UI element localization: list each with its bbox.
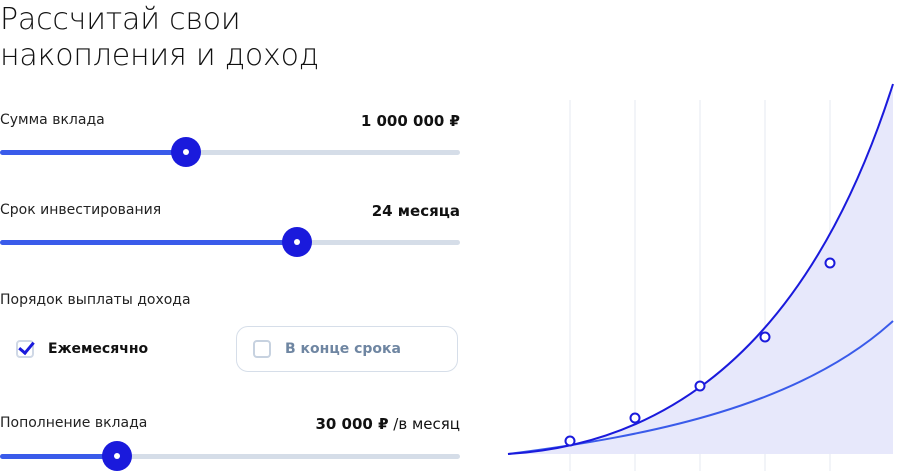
investment-term-label: Срок инвестирования — [0, 202, 162, 218]
investment-term-value: 24 месяца — [371, 202, 460, 220]
payout-option-end-of-term-label: В конце срока — [285, 341, 401, 357]
page-title: Рассчитай свои накопления и доход — [0, 2, 460, 74]
empty-checkbox-icon[interactable] — [253, 340, 271, 358]
chart-point — [564, 435, 576, 447]
top-up-suffix: /в месяц — [388, 415, 460, 433]
top-up-slider-fill — [0, 454, 118, 459]
payout-option-end-of-term[interactable]: В конце срока — [236, 326, 458, 372]
top-up-label: Пополнение вклада — [0, 415, 148, 431]
growth-chart — [507, 83, 894, 471]
check-icon[interactable] — [16, 340, 34, 358]
page-title-line-1: Рассчитай свои — [0, 2, 241, 37]
deposit-amount-slider[interactable] — [0, 137, 460, 167]
payout-option-monthly[interactable]: Ежемесячно — [16, 340, 148, 358]
investment-term-slider-fill — [0, 240, 297, 245]
deposit-amount-slider-fill — [0, 150, 187, 155]
chart-point — [824, 257, 836, 269]
chart-point — [694, 380, 706, 392]
top-up-value-group: 30 000 ₽ /в месяц — [315, 415, 460, 433]
chart-point — [759, 331, 771, 343]
page-title-line-2: накопления и доход — [0, 38, 319, 73]
investment-term-slider-thumb[interactable] — [281, 227, 312, 257]
investment-term-slider[interactable] — [0, 227, 460, 257]
payout-option-monthly-label: Ежемесячно — [48, 341, 149, 357]
deposit-amount-value: 1 000 000 ₽ — [360, 112, 460, 130]
payout-order-label: Порядок выплаты дохода — [0, 292, 191, 308]
deposit-amount-label: Сумма вклада — [0, 112, 105, 128]
top-up-value: 30 000 ₽ — [315, 415, 389, 433]
top-up-slider[interactable] — [0, 441, 460, 471]
top-up-slider-thumb[interactable] — [102, 441, 133, 471]
chart-point — [629, 412, 641, 424]
deposit-amount-slider-thumb[interactable] — [171, 137, 202, 167]
